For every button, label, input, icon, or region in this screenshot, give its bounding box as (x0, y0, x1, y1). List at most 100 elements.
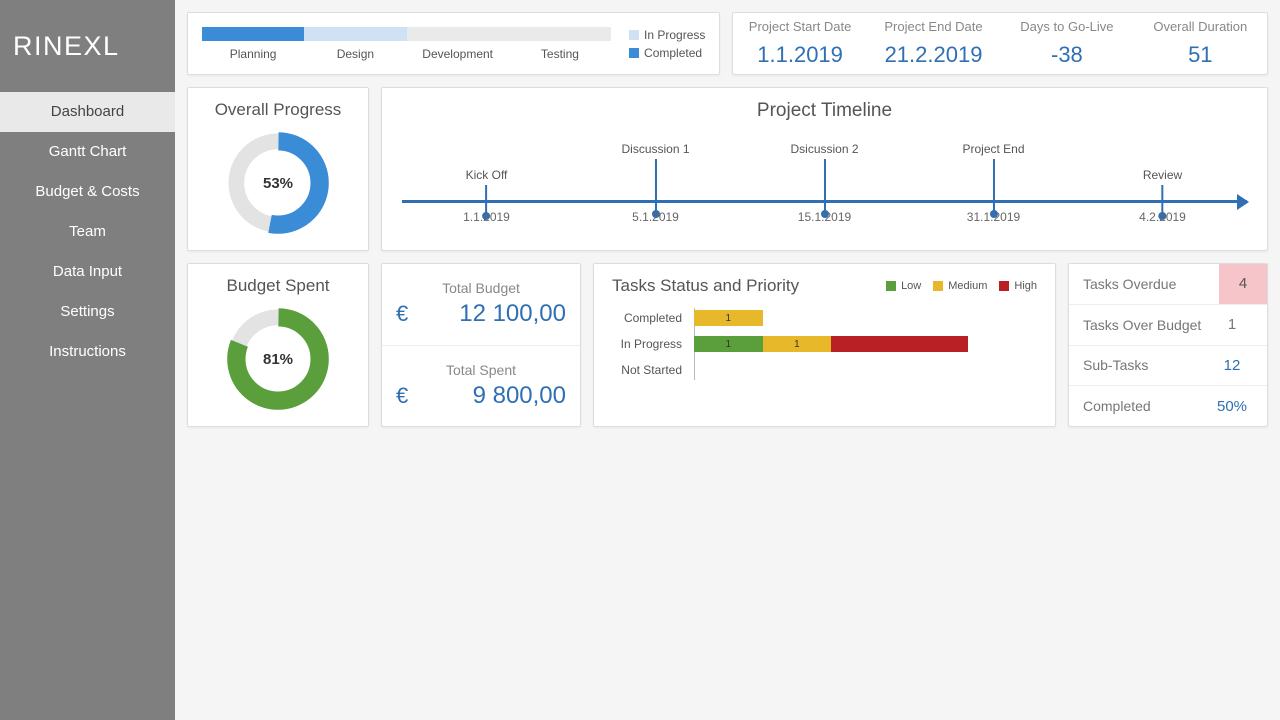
stat-value-badge: 4 (1219, 264, 1267, 304)
nav-dashboard[interactable]: Dashboard (0, 92, 175, 132)
overall-progress-pct: 53% (223, 128, 333, 238)
budget-spent-donut: 81% (223, 304, 333, 414)
swatch-completed (629, 48, 639, 58)
overall-progress-title: Overall Progress (200, 100, 356, 120)
tasks-seg-medium: 1 (694, 310, 763, 326)
swatch-high (999, 281, 1009, 291)
stat-label: Completed (1083, 398, 1151, 414)
timeline-event-label: Review (1143, 168, 1182, 182)
phase-seg-testing (509, 27, 611, 41)
metric-value: 1.1.2019 (737, 42, 862, 68)
stat-value: 1 (1211, 316, 1253, 333)
main-content: Planning Design Development Testing In P… (175, 0, 1280, 720)
legend-completed: Completed (644, 46, 702, 60)
budget-totals-card: Total Budget €12 100,00 Total Spent €9 8… (381, 263, 581, 427)
stat-sub-tasks: Sub-Tasks 12 (1069, 345, 1267, 386)
budget-spent-pct: 81% (223, 304, 333, 414)
total-budget-value: 12 100,00 (459, 300, 566, 328)
sidebar: RINEXL Dashboard Gantt Chart Budget & Co… (0, 0, 175, 720)
legend-high: High (1014, 280, 1037, 292)
currency-icon: € (396, 301, 408, 327)
stat-label: Tasks Overdue (1083, 276, 1176, 292)
phase-seg-design (304, 27, 406, 41)
brand-logo: RINEXL (0, 0, 175, 92)
timeline-tick: 4.2.2019 (1139, 210, 1186, 224)
legend-in-progress: In Progress (644, 28, 705, 42)
timeline-event-project-end: Project End (962, 142, 1024, 218)
nav-budget-costs[interactable]: Budget & Costs (0, 172, 175, 212)
nav: Dashboard Gantt Chart Budget & Costs Tea… (0, 92, 175, 372)
legend-low: Low (901, 280, 921, 292)
total-budget: Total Budget €12 100,00 (382, 264, 580, 345)
metric-days-to-go-live: Days to Go-Live -38 (1000, 13, 1133, 74)
tasks-row-label: In Progress (612, 337, 686, 351)
timeline-event-label: Dsicussion 2 (790, 142, 858, 156)
priority-legend: Low Medium High (886, 280, 1037, 292)
total-spent-label: Total Spent (396, 362, 566, 378)
phase-legend: In Progress Completed (629, 28, 705, 60)
budget-spent-title: Budget Spent (200, 276, 356, 296)
budget-spent-card: Budget Spent 81% (187, 263, 369, 427)
metric-start-date: Project Start Date 1.1.2019 (733, 13, 866, 74)
phase-seg-planning (202, 27, 304, 41)
metric-value: -38 (1004, 42, 1129, 68)
timeline-event-label: Discussion 1 (621, 142, 689, 156)
stat-value: 12 (1211, 357, 1253, 374)
phase-label: Design (304, 47, 406, 61)
tasks-row-label: Not Started (612, 363, 686, 377)
metric-label: Overall Duration (1138, 19, 1263, 34)
metric-label: Project Start Date (737, 19, 862, 34)
tasks-seg-high: 2 (831, 336, 968, 352)
swatch-in-progress (629, 30, 639, 40)
total-budget-label: Total Budget (396, 280, 566, 296)
timeline-tick: 31.1.2019 (967, 210, 1020, 224)
stat-value: 50% (1211, 398, 1253, 415)
nav-instructions[interactable]: Instructions (0, 332, 175, 372)
metric-value: 21.2.2019 (871, 42, 996, 68)
total-spent-value: 9 800,00 (473, 382, 566, 410)
metric-label: Days to Go-Live (1004, 19, 1129, 34)
nav-data-input[interactable]: Data Input (0, 252, 175, 292)
nav-settings[interactable]: Settings (0, 292, 175, 332)
nav-team[interactable]: Team (0, 212, 175, 252)
tasks-status-card: Tasks Status and Priority Low Medium Hig… (593, 263, 1056, 427)
project-timeline-title: Project Timeline (402, 100, 1247, 122)
metric-value: 51 (1138, 42, 1263, 68)
timeline-event-discussion2: Dsicussion 2 (790, 142, 858, 218)
timeline-chart: Kick Off Discussion 1 Dsicussion 2 Proje… (402, 128, 1247, 238)
overall-progress-card: Overall Progress 53% (187, 87, 369, 251)
total-spent: Total Spent €9 800,00 (382, 345, 580, 427)
swatch-low (886, 281, 896, 291)
tasks-row-completed: Completed 1 (612, 310, 1037, 326)
currency-icon: € (396, 383, 408, 409)
tasks-status-chart: Completed 1 In Progress 1 1 2 (612, 310, 1037, 378)
timeline-arrow-icon (1237, 194, 1249, 210)
stat-tasks-overdue: Tasks Overdue 4 (1069, 264, 1267, 304)
legend-medium: Medium (948, 280, 987, 292)
phase-progress-chart: Planning Design Development Testing (202, 27, 611, 61)
timeline-tick: 15.1.2019 (798, 210, 851, 224)
tasks-row-not-started: Not Started (612, 362, 1037, 378)
overall-progress-donut: 53% (223, 128, 333, 238)
metric-label: Project End Date (871, 19, 996, 34)
phase-label: Planning (202, 47, 304, 61)
timeline-tick: 5.1.2019 (632, 210, 679, 224)
tasks-row-label: Completed (612, 311, 686, 325)
metric-end-date: Project End Date 21.2.2019 (867, 13, 1000, 74)
nav-gantt-chart[interactable]: Gantt Chart (0, 132, 175, 172)
timeline-event-label: Project End (962, 142, 1024, 156)
tasks-status-title: Tasks Status and Priority (612, 276, 799, 296)
metric-duration: Overall Duration 51 (1134, 13, 1267, 74)
stat-completed: Completed 50% (1069, 385, 1267, 426)
swatch-medium (933, 281, 943, 291)
stat-label: Tasks Over Budget (1083, 317, 1201, 333)
stat-label: Sub-Tasks (1083, 357, 1148, 373)
timeline-event-discussion1: Discussion 1 (621, 142, 689, 218)
tasks-row-in-progress: In Progress 1 1 2 (612, 336, 1037, 352)
project-timeline-card: Project Timeline Kick Off Discussion 1 D… (381, 87, 1268, 251)
timeline-event-label: Kick Off (466, 168, 508, 182)
timeline-tick: 1.1.2019 (463, 210, 510, 224)
phase-label: Testing (509, 47, 611, 61)
phase-progress-card: Planning Design Development Testing In P… (187, 12, 720, 75)
project-metrics-card: Project Start Date 1.1.2019 Project End … (732, 12, 1268, 75)
